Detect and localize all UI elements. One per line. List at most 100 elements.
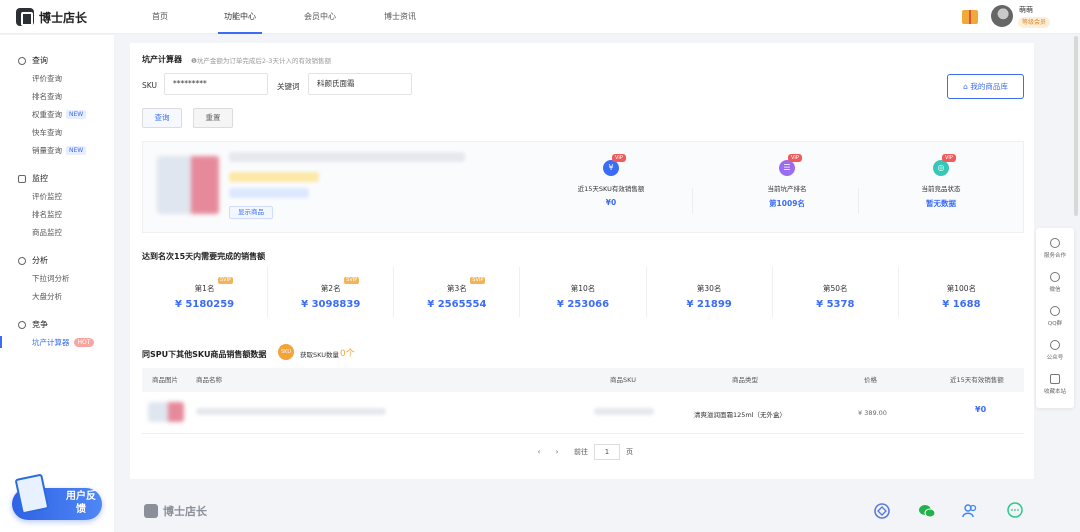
prev-page-button[interactable]: ‹ bbox=[530, 448, 548, 456]
feedback-button[interactable]: 用户反馈 bbox=[12, 473, 102, 520]
nav-home[interactable]: 首页 bbox=[120, 0, 200, 34]
spu-section-title: 同SPU下其他SKU商品销售额数据 bbox=[142, 350, 267, 359]
sku-input[interactable]: ********* bbox=[164, 73, 268, 95]
stat-competitor-status: ◎ VIP 当前竞品状态 暂无数据 bbox=[921, 154, 961, 208]
sidebar-item-pit-calculator[interactable]: 坑产计算器 HOT bbox=[32, 337, 95, 348]
avatar[interactable] bbox=[991, 5, 1013, 27]
rank-icon: ☰ VIP bbox=[779, 154, 802, 176]
sidebar-item-review-query[interactable]: 评价查询 bbox=[32, 73, 62, 84]
top-header: 博士店长 首页 功能中心 会员中心 博士资讯 萌萌 等级会员 bbox=[0, 0, 1080, 34]
new-badge: NEW bbox=[66, 110, 87, 119]
users-icon[interactable] bbox=[961, 502, 979, 520]
page-input[interactable]: 1 bbox=[594, 444, 620, 460]
rank-targets: 第1名 ¥ 5180259 SVIP 第2名 ¥ 3098839 SVIP 第3名 ¥ 2… bbox=[142, 267, 1024, 317]
rank-target-2: 第2名 ¥ 3098839 SVIP bbox=[268, 267, 395, 317]
handshake-icon[interactable] bbox=[873, 502, 891, 520]
main-nav: 首页 功能中心 会员中心 博士资讯 bbox=[120, 0, 440, 34]
yen-icon: ¥ VIP bbox=[603, 154, 626, 176]
wechat-icon bbox=[1050, 272, 1060, 282]
calc-hint: ❶坑产金额为订单完成后2-3天计入的有效销售额 bbox=[191, 57, 331, 65]
product-summary: 显示商品 ¥ VIP 近15天SKU有效销售额 ¥0 ☰ VIP 当前坑产排名 第1… bbox=[142, 141, 1024, 233]
handshake-icon bbox=[1050, 238, 1060, 248]
sidebar-item-sales-query[interactable]: 销量查询 NEW bbox=[32, 145, 87, 156]
wechat-icon[interactable] bbox=[918, 502, 936, 520]
pagination: ‹ › 前往 1 页 bbox=[530, 444, 633, 460]
sidebar-group-analysis: 分析 bbox=[18, 255, 48, 266]
right-toolbar: 服务合作 微信 QQ群 公众号 收藏本站 bbox=[1036, 228, 1074, 408]
rank-target-30: 第30名 ¥ 21899 bbox=[647, 267, 773, 317]
keyword-label: 关键词 bbox=[277, 82, 300, 91]
search-icon bbox=[18, 56, 26, 65]
goto-label: 前往 bbox=[574, 448, 588, 456]
nav-features[interactable]: 功能中心 bbox=[200, 0, 280, 34]
rank-target-10: 第10名 ¥ 253066 bbox=[520, 267, 647, 317]
sidebar-item-rank-query[interactable]: 排名查询 bbox=[32, 91, 62, 102]
sidebar-group-monitor: 监控 bbox=[18, 173, 48, 184]
new-badge: NEW bbox=[66, 146, 87, 155]
stat-15day-sales: ¥ VIP 近15天SKU有效销售额 ¥0 bbox=[577, 154, 645, 207]
rank-target-1: 第1名 ¥ 5180259 SVIP bbox=[142, 267, 269, 317]
query-button[interactable]: 查询 bbox=[142, 108, 182, 128]
official-account-button[interactable]: 公众号 bbox=[1036, 340, 1074, 361]
sidebar-item-weight-query[interactable]: 权重查询 NEW bbox=[32, 109, 87, 120]
rank-target-100: 第100名 ¥ 1688 bbox=[942, 284, 981, 310]
product-name-blurred bbox=[229, 152, 465, 162]
my-product-library-button[interactable]: ⌂ 我的商品库 bbox=[947, 74, 1024, 99]
reset-button[interactable]: 重置 bbox=[193, 108, 233, 128]
sidebar-group-competition: 竞争 bbox=[18, 319, 48, 330]
row-price: ¥ 389.00 bbox=[858, 409, 887, 417]
logo-icon bbox=[16, 8, 34, 26]
row-product-image bbox=[148, 402, 184, 422]
scrollbar[interactable] bbox=[1074, 36, 1078, 216]
sidebar-item-product-monitor[interactable]: 商品监控 bbox=[32, 227, 62, 238]
logo-icon bbox=[144, 504, 158, 518]
status-icon: ◎ VIP bbox=[933, 154, 956, 176]
sidebar-item-dropdown-analysis[interactable]: 下拉词分析 bbox=[32, 273, 70, 284]
gift-icon[interactable] bbox=[962, 10, 978, 24]
feedback-label: 用户反馈 bbox=[66, 491, 96, 515]
show-product-button[interactable]: 显示商品 bbox=[229, 206, 273, 219]
rank-target-3: 第3名 ¥ 2565554 SVIP bbox=[394, 267, 521, 317]
main-panel: 坑产计算器 ❶坑产金额为订单完成后2-3天计入的有效销售额 SKU ******… bbox=[130, 43, 1034, 479]
hot-badge: HOT bbox=[73, 338, 95, 347]
table-row: 清爽滋润面霜125ml（无外盒） ¥ 389.00 ¥0 bbox=[142, 392, 1024, 434]
sidebar-item-express-query[interactable]: 快车查询 bbox=[32, 127, 62, 138]
brand-name: 博士店长 bbox=[39, 10, 88, 25]
rank-target-title: 达到名次15天内需要完成的销售额 bbox=[142, 252, 266, 261]
monitor-icon bbox=[18, 174, 26, 183]
qq-group-button[interactable]: QQ群 bbox=[1036, 306, 1074, 327]
next-page-button[interactable]: › bbox=[548, 448, 566, 456]
sidebar-item-review-monitor[interactable]: 评价监控 bbox=[32, 191, 62, 202]
row-sales: ¥0 bbox=[975, 405, 987, 414]
active-indicator bbox=[0, 336, 2, 348]
bookmark-button[interactable]: 收藏本站 bbox=[1036, 374, 1074, 395]
row-product-type: 清爽滋润面霜125ml（无外盒） bbox=[694, 411, 787, 419]
analysis-icon bbox=[18, 256, 26, 265]
gear-icon bbox=[18, 320, 26, 329]
chat-icon bbox=[1050, 340, 1060, 350]
sidebar-item-rank-monitor[interactable]: 排名监控 bbox=[32, 209, 62, 220]
sku-count-value: 0个 bbox=[340, 349, 355, 359]
document-icon bbox=[14, 473, 50, 515]
sku-table-header: 商品图片 商品名称 商品SKU 商品类型 价格 近15天有效销售额 bbox=[142, 368, 1024, 392]
nav-news[interactable]: 博士资讯 bbox=[360, 0, 440, 34]
wechat-button[interactable]: 微信 bbox=[1036, 272, 1074, 293]
brand-logo[interactable]: 博士店长 bbox=[16, 8, 87, 26]
member-level-badge[interactable]: 等级会员 bbox=[1018, 17, 1051, 28]
sku-icon: SKU bbox=[278, 344, 294, 360]
product-image bbox=[157, 156, 219, 214]
nav-membership[interactable]: 会员中心 bbox=[280, 0, 360, 34]
star-icon bbox=[1050, 374, 1060, 384]
username[interactable]: 萌萌 bbox=[1019, 5, 1033, 15]
sidebar: 查询 评价查询 排名查询 权重查询 NEW 快车查询 销量查询 NEW 监控 评价监… bbox=[0, 35, 114, 532]
footer-logo: 博士店长 bbox=[144, 503, 207, 519]
chat-icon[interactable] bbox=[1006, 502, 1024, 520]
stat-current-rank: ☰ VIP 当前坑产排名 第1009名 bbox=[767, 154, 807, 208]
rank-target-50: 第50名 ¥ 5378 bbox=[773, 267, 899, 317]
sidebar-item-market-analysis[interactable]: 大盘分析 bbox=[32, 291, 62, 302]
sku-count-label: 获取SKU数量 bbox=[300, 351, 339, 359]
keyword-input[interactable]: 科颜氏面霜 bbox=[308, 73, 412, 95]
page-title: 坑产计算器 bbox=[142, 55, 182, 64]
service-cooperation-button[interactable]: 服务合作 bbox=[1036, 238, 1074, 259]
sku-label: SKU bbox=[142, 81, 157, 90]
